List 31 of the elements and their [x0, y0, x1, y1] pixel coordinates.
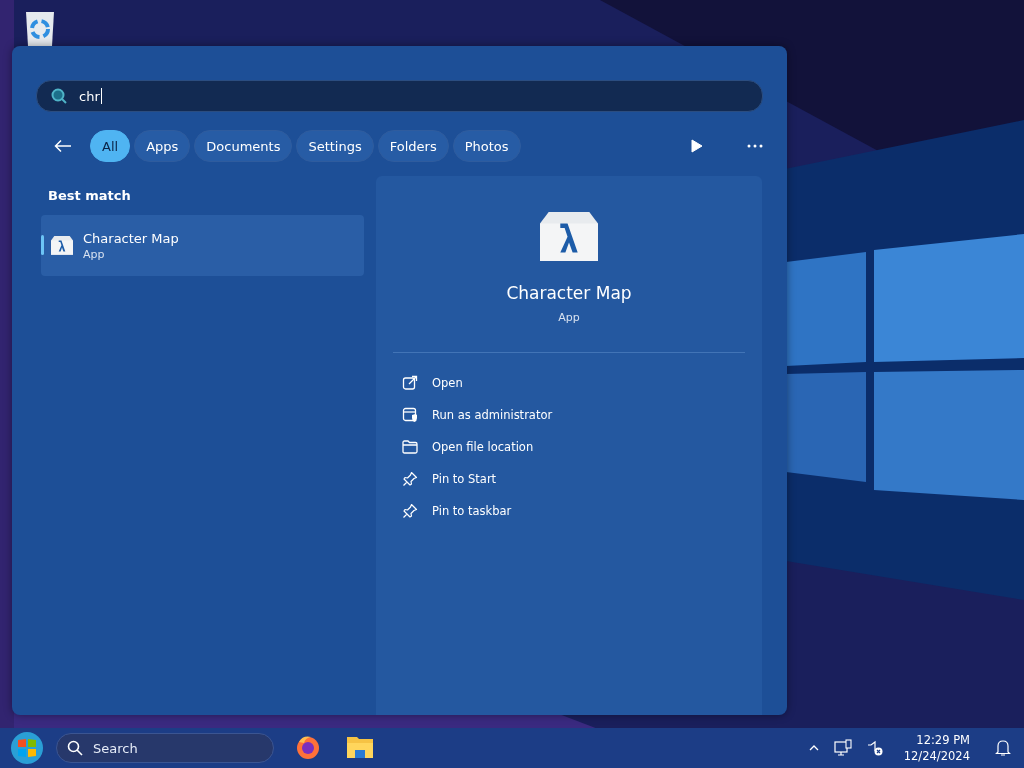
filter-tab[interactable]: Folders	[377, 130, 449, 162]
result-type: App	[83, 247, 106, 261]
taskbar-search-field[interactable]: Search	[56, 733, 274, 763]
window-shield-icon	[402, 407, 418, 424]
character-map-icon	[540, 212, 598, 262]
search-icon	[67, 740, 83, 756]
query-field[interactable]: chr	[36, 80, 763, 112]
app-name: Character Map	[506, 283, 632, 304]
filter-tab[interactable]: Documents	[194, 130, 293, 162]
pin-icon	[402, 503, 418, 520]
open-external-icon	[402, 375, 418, 392]
section-heading: Best match	[48, 188, 132, 203]
filter-tab[interactable]: Photos	[452, 130, 521, 162]
action-item[interactable]: Pin to Start	[402, 463, 497, 496]
browser-icon[interactable]	[294, 734, 322, 762]
filter-tab[interactable]: Apps	[134, 130, 191, 162]
result-name: Character Map	[83, 230, 179, 246]
search-result[interactable]: Character Map App	[41, 215, 364, 276]
filter-tab[interactable]: Settings	[296, 130, 374, 162]
pin-icon	[402, 471, 418, 488]
folder-icon	[402, 440, 418, 455]
start-button[interactable]	[10, 731, 44, 765]
action-item[interactable]: Open file location	[402, 431, 534, 464]
action-item[interactable]: Run as administrator	[402, 399, 553, 432]
action-item[interactable]: Pin to taskbar	[402, 495, 512, 528]
app-type: App	[558, 311, 580, 325]
action-item[interactable]: Open	[402, 367, 463, 400]
search-icon	[51, 88, 67, 104]
filter-tab[interactable]: All	[90, 130, 131, 162]
character-map-icon	[51, 236, 73, 255]
clock[interactable]: 12:29 PM 12/24/2024	[895, 733, 978, 763]
